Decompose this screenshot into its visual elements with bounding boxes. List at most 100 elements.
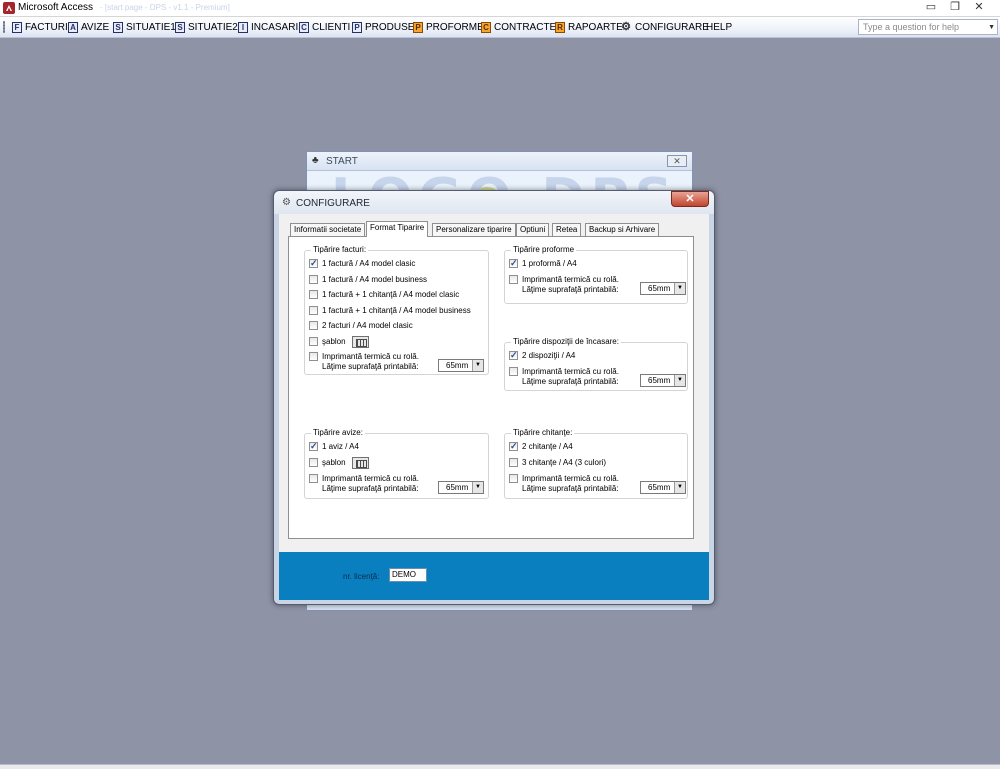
option-imprimanta-termica[interactable]: Imprimantă termică cu rolă. xyxy=(509,274,619,285)
option-2-facturi-clasic[interactable]: 2 facturi / A4 model clasic xyxy=(309,320,413,331)
situatie1-icon: S xyxy=(113,22,123,33)
tab-informatii-societate[interactable]: Informatii societate xyxy=(290,223,366,236)
menu-situatie1[interactable]: S SITUATIE1 xyxy=(113,20,176,35)
checkbox[interactable] xyxy=(309,321,318,330)
menu-avize[interactable]: A AVIZE xyxy=(68,20,109,35)
produse-icon: P xyxy=(352,22,362,33)
license-footer: nr. licenţă: DEMO xyxy=(279,552,709,600)
menu-help[interactable]: HELP xyxy=(706,20,732,35)
incasari-icon: I xyxy=(238,22,248,33)
menu-produse[interactable]: P PRODUSE xyxy=(352,20,414,35)
group-title: Tipărire avize: xyxy=(311,428,365,438)
start-window-icon: ♣ xyxy=(312,155,319,166)
option-2-dispozitii[interactable]: 2 dispoziţii / A4 xyxy=(509,350,575,361)
option-label: 1 factură / A4 model business xyxy=(322,274,427,284)
width-select[interactable]: 65mm ▼ xyxy=(438,481,484,494)
menu-proforme[interactable]: P PROFORME xyxy=(413,20,484,35)
option-label: Imprimantă termică cu rolă. xyxy=(522,473,619,483)
help-search-input[interactable]: Type a question for help ▼ xyxy=(858,19,998,35)
option-proforma-a4[interactable]: 1 proformă / A4 xyxy=(509,258,577,269)
option-sablon[interactable]: şablon xyxy=(309,456,369,469)
menu-contracte[interactable]: C CONTRACTE xyxy=(481,20,556,35)
facturi-icon: F xyxy=(12,22,22,33)
group-tiparire-chitante: Tipărire chitanţe: 2 chitanţe / A4 3 chi… xyxy=(504,428,688,499)
checkbox[interactable] xyxy=(309,306,318,315)
checkbox[interactable] xyxy=(509,474,518,483)
tab-format-tiparire[interactable]: Format Tiparire xyxy=(366,221,429,237)
checkbox[interactable] xyxy=(309,290,318,299)
checkbox[interactable] xyxy=(509,458,518,467)
option-2-chitante[interactable]: 2 chitanţe / A4 xyxy=(509,441,573,452)
option-imprimanta-termica[interactable]: Imprimantă termică cu rolă. xyxy=(509,473,619,484)
chevron-down-icon[interactable]: ▼ xyxy=(472,482,483,493)
menu-label: AVIZE xyxy=(81,21,110,33)
close-icon[interactable]: ✕ xyxy=(671,191,709,207)
chevron-down-icon[interactable]: ▼ xyxy=(988,23,995,33)
checkbox[interactable] xyxy=(309,474,318,483)
sablon-keyboard-icon[interactable] xyxy=(351,456,369,469)
menu-rapoarte[interactable]: R RAPOARTE xyxy=(555,20,623,35)
checkbox[interactable] xyxy=(509,350,518,360)
chevron-down-icon[interactable]: ▼ xyxy=(674,283,685,294)
checkbox[interactable] xyxy=(509,367,518,376)
option-1-aviz[interactable]: 1 aviz / A4 xyxy=(309,441,359,452)
checkbox[interactable] xyxy=(309,458,318,467)
width-value: 65mm xyxy=(648,284,671,293)
checkbox[interactable] xyxy=(309,337,318,346)
checkbox[interactable] xyxy=(309,258,318,268)
menu-label: HELP xyxy=(706,21,733,33)
option-label: 2 chitanţe / A4 xyxy=(522,441,573,451)
checkbox[interactable] xyxy=(309,275,318,284)
option-label: şablon xyxy=(322,457,346,467)
width-select[interactable]: 65mm ▼ xyxy=(640,374,686,387)
checkbox[interactable] xyxy=(309,441,318,451)
sablon-keyboard-icon[interactable] xyxy=(351,335,369,348)
checkbox[interactable] xyxy=(509,275,518,284)
option-sablon[interactable]: şablon xyxy=(309,335,369,348)
menu-label: PRODUSE xyxy=(365,21,415,33)
start-close-icon[interactable]: ✕ xyxy=(667,155,687,167)
menu-situatie2[interactable]: S SITUATIE2 xyxy=(175,20,238,35)
width-value: 65mm xyxy=(446,361,469,370)
menu-label: CONTRACTE xyxy=(494,21,557,33)
tab-personalizare-tiparire[interactable]: Personalizare tiparire xyxy=(432,223,516,236)
license-input[interactable]: DEMO xyxy=(389,568,427,582)
width-select[interactable]: 65mm ▼ xyxy=(640,282,686,295)
close-icon[interactable]: ✕ xyxy=(968,1,990,15)
menu-clienti[interactable]: C CLIENTI xyxy=(299,20,350,35)
option-label: Imprimantă termică cu rolă. xyxy=(322,351,419,361)
option-3-chitante[interactable]: 3 chitanţe / A4 (3 culori) xyxy=(509,457,606,468)
tab-retea[interactable]: Retea xyxy=(552,223,582,236)
option-imprimanta-termica[interactable]: Imprimantă termică cu rolă. xyxy=(509,366,619,377)
checkbox[interactable] xyxy=(509,441,518,451)
option-factura-chitanta-clasic[interactable]: 1 factură + 1 chitanţă / A4 model clasic xyxy=(309,289,459,300)
menu-configurare[interactable]: ⚙ CONFIGURARE xyxy=(620,20,709,35)
avize-icon: A xyxy=(68,22,78,33)
option-factura-chitanta-business[interactable]: 1 factură + 1 chitanţă / A4 model busine… xyxy=(309,305,471,316)
menu-incasari[interactable]: I INCASARI xyxy=(238,20,298,35)
width-select[interactable]: 65mm ▼ xyxy=(438,359,484,372)
configurare-title: CONFIGURARE xyxy=(296,198,370,209)
menu-label: SITUATIE1 xyxy=(126,21,176,33)
chevron-down-icon[interactable]: ▼ xyxy=(674,375,685,386)
option-label: 1 aviz / A4 xyxy=(322,441,359,451)
chevron-down-icon[interactable]: ▼ xyxy=(472,360,483,371)
checkbox[interactable] xyxy=(309,352,318,361)
option-label: 1 proformă / A4 xyxy=(522,258,577,268)
group-tiparire-proforme: Tipărire proforme 1 proformă / A4 Imprim… xyxy=(504,245,688,304)
situatie2-icon: S xyxy=(175,22,185,33)
option-imprimanta-termica[interactable]: Imprimantă termică cu rolă. xyxy=(309,473,419,484)
menu-facturi[interactable]: F FACTURI xyxy=(12,20,68,35)
app-title: Microsoft Access xyxy=(18,2,94,13)
option-factura-clasic[interactable]: 1 factură / A4 model clasic xyxy=(309,258,415,269)
option-imprimanta-termica[interactable]: Imprimantă termică cu rolă. xyxy=(309,351,419,362)
option-factura-business[interactable]: 1 factură / A4 model business xyxy=(309,274,427,285)
tab-backup-arhivare[interactable]: Backup si Arhivare xyxy=(585,223,660,236)
restore-icon[interactable]: ❐ xyxy=(944,1,966,15)
minimize-icon[interactable]: ▭ xyxy=(920,1,942,15)
width-select[interactable]: 65mm ▼ xyxy=(640,481,686,494)
tab-optiuni[interactable]: Optiuni xyxy=(516,223,550,236)
checkbox[interactable] xyxy=(509,258,518,268)
menubar-grip[interactable] xyxy=(3,21,5,33)
chevron-down-icon[interactable]: ▼ xyxy=(674,482,685,493)
